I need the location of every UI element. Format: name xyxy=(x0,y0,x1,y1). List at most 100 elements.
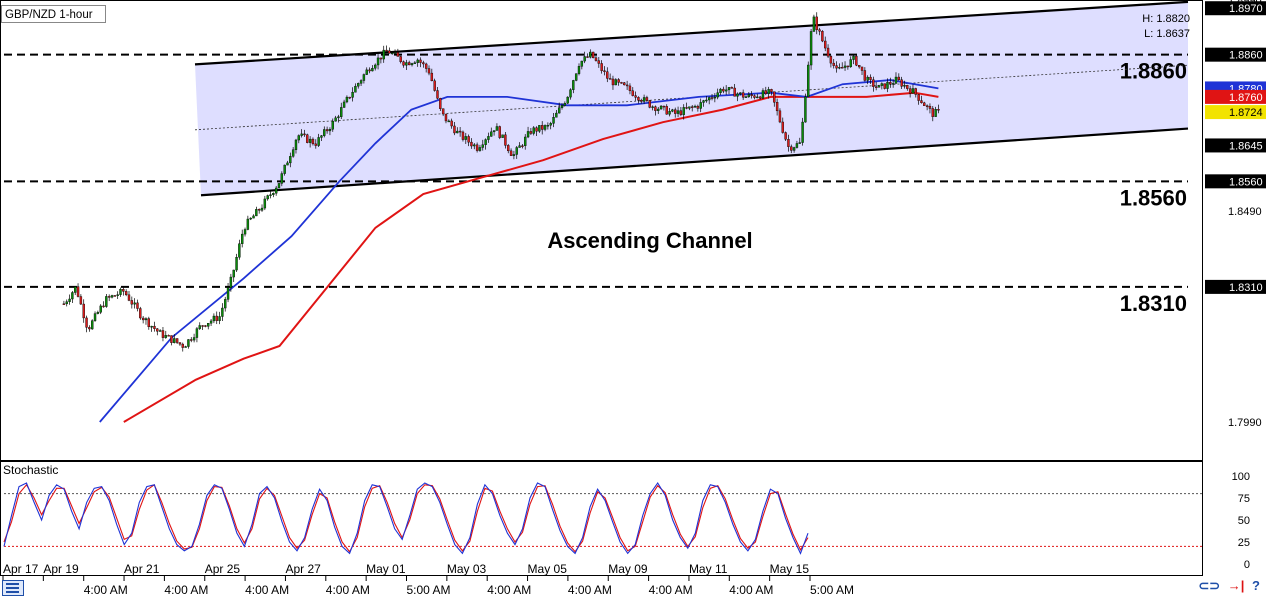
candle-body xyxy=(739,92,742,95)
candle-body xyxy=(727,87,731,91)
candle-body xyxy=(778,110,782,123)
candle-body xyxy=(843,65,847,68)
x-axis-label: Apr 19 xyxy=(43,562,79,576)
help-icon[interactable]: ? xyxy=(1252,578,1260,593)
candle-body xyxy=(682,107,685,115)
candle-body xyxy=(555,112,558,118)
candle-body xyxy=(874,86,878,88)
candle-body xyxy=(784,132,787,140)
level-label: 1.8560 xyxy=(1120,185,1187,210)
candle-body xyxy=(156,328,159,332)
candle-body xyxy=(351,91,354,98)
stochastic-tick-label: 25 xyxy=(1238,537,1250,549)
candle-body xyxy=(170,335,173,343)
candle-body xyxy=(693,105,697,108)
candle-body xyxy=(869,76,872,80)
candle-body xyxy=(280,173,284,184)
candle-body xyxy=(96,312,100,314)
candle-body xyxy=(798,142,801,144)
candle-body xyxy=(574,73,578,81)
candle-body xyxy=(741,92,745,98)
candle-body xyxy=(167,335,170,337)
candle-body xyxy=(407,62,411,66)
candle-body xyxy=(207,323,210,327)
candle-body xyxy=(107,296,111,298)
stochastic-tick-label: 0 xyxy=(1244,559,1250,571)
candle-body xyxy=(198,325,201,329)
candle-body xyxy=(419,59,422,63)
candle-body xyxy=(761,90,765,99)
candle-body xyxy=(195,328,199,338)
candle-body xyxy=(906,85,909,89)
price-tag-label: 1.8970 xyxy=(1229,3,1263,15)
symbol-title: GBP/NZD 1-hour xyxy=(5,9,93,21)
candle-body xyxy=(456,130,459,134)
candle-body xyxy=(334,117,337,122)
candle-body xyxy=(654,106,657,111)
candle-body xyxy=(136,302,139,309)
candle-body xyxy=(792,147,796,151)
candle-body xyxy=(707,97,711,101)
candle-body xyxy=(490,131,493,137)
candle-body xyxy=(325,129,329,132)
candle-body xyxy=(886,81,889,89)
candle-body xyxy=(812,16,816,32)
candle-body xyxy=(235,257,238,271)
candle-body xyxy=(606,71,609,79)
candle-body xyxy=(719,88,722,93)
stochastic-pane xyxy=(0,461,1203,576)
candle-body xyxy=(147,318,151,328)
candle-body xyxy=(473,144,476,147)
link-icon[interactable]: ⊂⊃ xyxy=(1198,578,1220,593)
candle-body xyxy=(625,84,629,87)
candle-body xyxy=(478,147,482,151)
candle-body xyxy=(272,193,275,195)
candle-body xyxy=(385,49,388,52)
candle-body xyxy=(894,76,898,84)
chart-svg: 1.8860 1.8560 1.8310 Ascending Channel GBP/N… xyxy=(0,0,1266,597)
candle-body xyxy=(365,69,368,75)
candle-body xyxy=(130,300,134,305)
candle-body xyxy=(266,195,269,200)
candle-body xyxy=(260,207,264,211)
candle-body xyxy=(566,96,569,104)
candle-body xyxy=(608,78,612,80)
candle-body xyxy=(897,76,901,80)
candle-body xyxy=(458,130,462,133)
candle-body xyxy=(241,233,244,244)
candle-body xyxy=(702,100,705,103)
candle-body xyxy=(515,147,518,155)
candle-body xyxy=(586,56,589,58)
candle-body xyxy=(464,136,467,140)
candle-body xyxy=(863,70,867,81)
candle-body xyxy=(306,134,309,143)
candle-body xyxy=(535,127,538,132)
candle-body xyxy=(178,342,182,345)
candle-body xyxy=(393,52,397,54)
candle-body xyxy=(889,81,892,85)
candle-body xyxy=(201,325,204,327)
candle-body xyxy=(269,194,272,196)
list-icon[interactable] xyxy=(2,580,24,596)
candle-body xyxy=(685,107,688,109)
candle-body xyxy=(453,125,456,134)
candle-body xyxy=(388,50,391,54)
candle-body xyxy=(560,105,564,108)
candle-body xyxy=(173,338,176,343)
candle-body xyxy=(617,79,620,83)
candle-body xyxy=(308,138,312,143)
arrow-icon[interactable]: →| xyxy=(1228,578,1245,593)
toolbar-right: ⊂⊃ →| ? xyxy=(1194,578,1260,594)
candle-body xyxy=(648,100,651,108)
candle-body xyxy=(354,85,357,93)
candle-body xyxy=(99,305,102,313)
candle-body xyxy=(164,335,167,338)
candle-body xyxy=(82,303,85,319)
candle-body xyxy=(139,308,142,319)
candle-body xyxy=(424,63,428,69)
candle-body xyxy=(563,102,567,106)
candle-body xyxy=(857,65,861,68)
stochastic-title: Stochastic xyxy=(3,463,58,477)
candle-body xyxy=(144,318,148,321)
candle-body xyxy=(753,95,756,98)
